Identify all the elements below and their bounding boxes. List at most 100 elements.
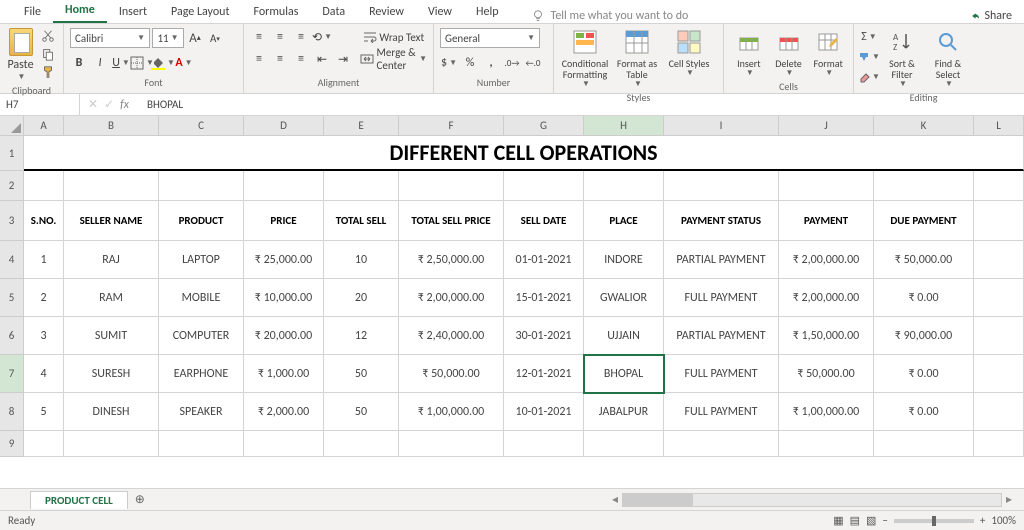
paste-button[interactable]: Paste▼ — [6, 28, 35, 82]
cell[interactable]: PAYMENT — [779, 201, 874, 241]
row-header[interactable]: 5 — [0, 279, 24, 317]
cell[interactable]: DUE PAYMENT — [874, 201, 974, 241]
cell[interactable]: RAM — [64, 279, 159, 317]
cell[interactable] — [399, 171, 504, 201]
cell[interactable]: 20 — [324, 279, 399, 317]
increase-decimal-button[interactable]: .0→ — [503, 54, 521, 72]
fx-icon[interactable]: fx — [120, 98, 129, 112]
cell-styles-button[interactable]: Cell Styles▼ — [664, 28, 714, 78]
cell[interactable]: PRICE — [244, 201, 324, 241]
cell[interactable]: ₹ 1,00,000.00 — [399, 393, 504, 431]
row-header[interactable]: 3 — [0, 201, 24, 241]
cancel-formula-button[interactable]: ✕ — [88, 97, 98, 112]
tab-review[interactable]: Review — [357, 1, 416, 23]
number-format-select[interactable]: General▼ — [440, 28, 540, 48]
cell[interactable] — [779, 171, 874, 201]
cell[interactable]: FULL PAYMENT — [664, 355, 779, 393]
decrease-font-button[interactable]: A▾ — [206, 29, 224, 47]
cell[interactable]: PARTIAL PAYMENT — [664, 317, 779, 355]
cell[interactable]: 10-01-2021 — [504, 393, 584, 431]
format-as-table-button[interactable]: Format as Table▼ — [612, 28, 662, 89]
align-middle-button[interactable]: ≡ — [271, 28, 289, 46]
cell[interactable]: ₹ 0.00 — [874, 355, 974, 393]
cell[interactable]: MOBILE — [159, 279, 244, 317]
cell[interactable]: ₹ 2,000.00 — [244, 393, 324, 431]
fill-button[interactable]: ▼ — [860, 48, 878, 66]
tab-formulas[interactable]: Formulas — [241, 1, 310, 23]
italic-button[interactable]: I — [91, 54, 109, 72]
cell[interactable]: 5 — [24, 393, 64, 431]
cell[interactable]: 15-01-2021 — [504, 279, 584, 317]
zoom-slider[interactable] — [894, 519, 974, 523]
tab-file[interactable]: File — [12, 1, 53, 23]
cell[interactable]: ₹ 2,00,000.00 — [779, 279, 874, 317]
enter-formula-button[interactable]: ✓ — [104, 97, 114, 112]
cell[interactable]: 4 — [24, 355, 64, 393]
align-center-button[interactable]: ≡ — [271, 50, 289, 68]
row-header[interactable]: 1 — [0, 136, 24, 171]
wrap-text-button[interactable]: Wrap Text — [360, 28, 427, 46]
find-select-button[interactable]: Find & Select▼ — [926, 28, 970, 89]
column-header[interactable]: E — [324, 116, 399, 136]
add-sheet-button[interactable]: ⊕ — [130, 490, 150, 510]
cell[interactable] — [64, 431, 159, 457]
borders-button[interactable]: ▼ — [133, 54, 151, 72]
cell[interactable]: S.NO. — [24, 201, 64, 241]
tab-insert[interactable]: Insert — [107, 1, 159, 23]
column-header[interactable]: G — [504, 116, 584, 136]
cell[interactable]: SPEAKER — [159, 393, 244, 431]
comma-button[interactable]: , — [482, 54, 500, 72]
column-header[interactable]: J — [779, 116, 874, 136]
cell[interactable] — [159, 431, 244, 457]
row-header[interactable]: 9 — [0, 431, 24, 457]
row-header[interactable]: 7 — [0, 355, 24, 393]
autosum-button[interactable]: Σ▼ — [860, 28, 878, 46]
currency-button[interactable]: $▼ — [440, 54, 458, 72]
row-header[interactable]: 6 — [0, 317, 24, 355]
cell[interactable]: ₹ 90,000.00 — [874, 317, 974, 355]
cell[interactable]: RAJ — [64, 241, 159, 279]
view-page-button[interactable]: ▤ — [850, 514, 860, 527]
cell[interactable]: BHOPAL — [584, 355, 664, 393]
row-header[interactable]: 2 — [0, 171, 24, 201]
cell[interactable] — [664, 431, 779, 457]
column-header[interactable]: D — [244, 116, 324, 136]
row-header[interactable]: 4 — [0, 241, 24, 279]
cell[interactable] — [779, 431, 874, 457]
underline-button[interactable]: U▼ — [112, 54, 130, 72]
cell[interactable] — [504, 171, 584, 201]
cut-button[interactable] — [39, 28, 57, 44]
cell[interactable] — [584, 431, 664, 457]
cell[interactable] — [584, 171, 664, 201]
decrease-decimal-button[interactable]: ←.0 — [524, 54, 542, 72]
cell[interactable] — [974, 355, 1024, 393]
cell[interactable]: FULL PAYMENT — [664, 393, 779, 431]
title-cell[interactable]: DIFFERENT CELL OPERATIONS — [24, 136, 1024, 171]
cell[interactable] — [24, 431, 64, 457]
cell[interactable]: SELLER NAME — [64, 201, 159, 241]
cell[interactable]: ₹ 2,00,000.00 — [779, 241, 874, 279]
increase-font-button[interactable]: A▴ — [186, 29, 204, 47]
conditional-formatting-button[interactable]: Conditional Formatting▼ — [560, 28, 610, 89]
fill-color-button[interactable]: ▼ — [154, 54, 172, 72]
cell[interactable] — [974, 317, 1024, 355]
cell[interactable]: ₹ 2,00,000.00 — [399, 279, 504, 317]
cell[interactable] — [974, 171, 1024, 201]
horizontal-scrollbar[interactable]: ◂ ▸ — [150, 492, 1024, 507]
cell[interactable] — [399, 431, 504, 457]
sort-filter-button[interactable]: AZSort & Filter▼ — [880, 28, 924, 89]
cell[interactable] — [664, 171, 779, 201]
cell[interactable]: 2 — [24, 279, 64, 317]
tab-view[interactable]: View — [416, 1, 464, 23]
cell[interactable]: ₹ 0.00 — [874, 393, 974, 431]
tab-data[interactable]: Data — [310, 1, 357, 23]
cell[interactable]: INDORE — [584, 241, 664, 279]
cell[interactable] — [974, 279, 1024, 317]
column-header[interactable]: C — [159, 116, 244, 136]
percent-button[interactable]: % — [461, 54, 479, 72]
cell[interactable]: ₹ 2,50,000.00 — [399, 241, 504, 279]
cell[interactable] — [974, 241, 1024, 279]
cell[interactable]: PLACE — [584, 201, 664, 241]
tab-help[interactable]: Help — [464, 1, 511, 23]
cell[interactable] — [159, 171, 244, 201]
